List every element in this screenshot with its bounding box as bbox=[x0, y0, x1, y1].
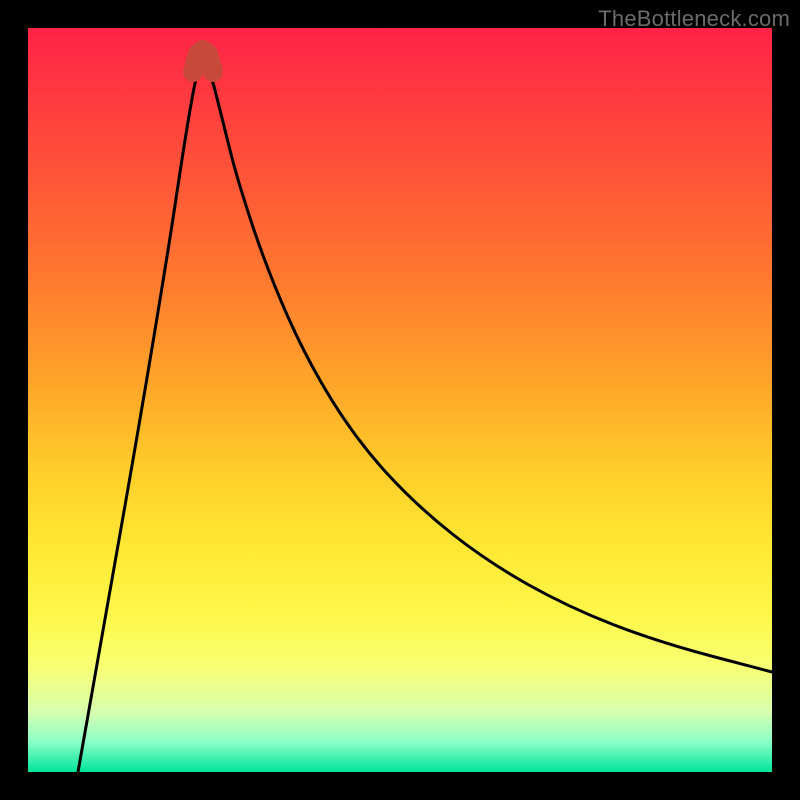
bottleneck-svg bbox=[28, 28, 772, 772]
plot-area bbox=[28, 28, 772, 772]
minimum-dip-marker bbox=[193, 50, 213, 72]
watermark-text: TheBottleneck.com bbox=[598, 6, 790, 32]
bottleneck-curve bbox=[78, 60, 772, 772]
